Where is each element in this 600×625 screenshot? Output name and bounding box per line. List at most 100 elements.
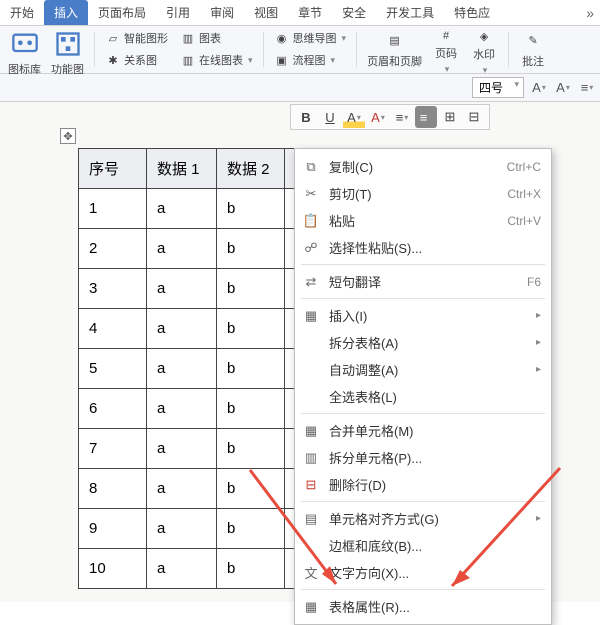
table-cell[interactable]: b <box>217 269 285 309</box>
comment-icon: ✎ <box>519 30 547 50</box>
ribbon-watermark[interactable]: ◈水印 <box>466 28 502 71</box>
table-move-handle-icon[interactable]: ✥ <box>60 128 76 144</box>
context-menu: ⧉复制(C)Ctrl+C ✂剪切(T)Ctrl+X 📋粘贴Ctrl+V ☍选择性… <box>294 148 552 625</box>
mini-insertrow-icon[interactable]: ⊞ <box>439 106 461 128</box>
ctx-split-table[interactable]: 拆分表格(A)▸ <box>295 329 551 356</box>
ribbon-onlinechart[interactable]: ▥在线图表 <box>176 50 257 70</box>
tabs-overflow-icon[interactable]: » <box>586 5 594 21</box>
table-cell[interactable]: a <box>147 389 217 429</box>
table-cell[interactable]: a <box>147 349 217 389</box>
tab-chapter[interactable]: 章节 <box>288 0 332 25</box>
ctx-split-cells[interactable]: ▥拆分单元格(P)... <box>295 444 551 471</box>
ribbon-mindmap[interactable]: ◉思维导图 <box>270 28 351 48</box>
mini-fontcolor[interactable]: A <box>367 106 389 128</box>
mini-alignmenu-icon[interactable]: ≡ <box>415 106 437 128</box>
mini-toolbar: B U A A ≡ ≡ ⊞ ⊟ <box>290 104 490 130</box>
table-cell[interactable]: a <box>147 309 217 349</box>
ctx-autofit[interactable]: 自动调整(A)▸ <box>295 356 551 383</box>
tab-insert[interactable]: 插入 <box>44 0 88 25</box>
th-index[interactable]: 序号 <box>79 149 147 189</box>
ribbon-pagenum[interactable]: #页码 <box>428 28 464 71</box>
ctx-paste[interactable]: 📋粘贴Ctrl+V <box>295 207 551 234</box>
table-cell[interactable]: 10 <box>79 549 147 589</box>
table-properties-icon: ▦ <box>301 597 321 617</box>
table-cell[interactable]: a <box>147 269 217 309</box>
table-cell[interactable]: a <box>147 509 217 549</box>
ctx-merge-cells[interactable]: ▦合并单元格(M) <box>295 417 551 444</box>
table-cell[interactable]: a <box>147 429 217 469</box>
fontdec-icon[interactable]: A <box>554 79 572 97</box>
ribbon-smartshape[interactable]: ▱智能图形 <box>101 28 172 48</box>
table-cell[interactable]: 9 <box>79 509 147 549</box>
table-cell[interactable]: b <box>217 349 285 389</box>
ctx-borders[interactable]: 边框和底纹(B)... <box>295 532 551 559</box>
tab-security[interactable]: 安全 <box>332 0 376 25</box>
table-cell[interactable]: 3 <box>79 269 147 309</box>
chevron-right-icon: ▸ <box>536 337 541 348</box>
onlinechart-icon: ▥ <box>180 52 196 68</box>
tab-devtools[interactable]: 开发工具 <box>376 0 444 25</box>
ctx-paste-special[interactable]: ☍选择性粘贴(S)... <box>295 234 551 261</box>
table-cell[interactable]: 2 <box>79 229 147 269</box>
ctx-selectall-table[interactable]: 全选表格(L) <box>295 383 551 410</box>
table-cell[interactable]: b <box>217 469 285 509</box>
ctx-text-direction[interactable]: 文文字方向(X)... <box>295 559 551 586</box>
tab-review[interactable]: 审阅 <box>200 0 244 25</box>
table-cell[interactable]: a <box>147 549 217 589</box>
fontinc-icon[interactable]: A <box>530 79 548 97</box>
table-cell[interactable]: b <box>217 389 285 429</box>
th-data1[interactable]: 数据 1 <box>147 149 217 189</box>
ribbon-chart[interactable]: ▥图表 <box>176 28 257 48</box>
tab-view[interactable]: 视图 <box>244 0 288 25</box>
table-cell[interactable]: 7 <box>79 429 147 469</box>
mini-align-icon[interactable]: ≡ <box>391 106 413 128</box>
relation-icon: ✱ <box>105 52 121 68</box>
table-cell[interactable]: b <box>217 549 285 589</box>
mini-bold[interactable]: B <box>295 106 317 128</box>
ctx-cell-align[interactable]: ▤单元格对齐方式(G)▸ <box>295 505 551 532</box>
table-cell[interactable]: b <box>217 429 285 469</box>
ribbon-comment[interactable]: ✎批注 <box>515 28 551 71</box>
ctx-copy[interactable]: ⧉复制(C)Ctrl+C <box>295 153 551 180</box>
ctx-translate[interactable]: ⇄短句翻译F6 <box>295 268 551 295</box>
tab-special[interactable]: 特色应 <box>444 0 500 25</box>
mini-deleterow-icon[interactable]: ⊟ <box>463 106 485 128</box>
ctx-separator <box>301 413 545 414</box>
ribbon-headerfooter[interactable]: ▤页眉和页脚 <box>363 28 426 71</box>
ctx-table-properties[interactable]: ▦表格属性(R)... <box>295 593 551 620</box>
th-data2[interactable]: 数据 2 <box>217 149 285 189</box>
ctx-delete-row[interactable]: ⊟删除行(D) <box>295 471 551 498</box>
table-cell[interactable]: 6 <box>79 389 147 429</box>
ribbon-relation[interactable]: ✱关系图 <box>101 50 172 70</box>
table-cell[interactable]: b <box>217 309 285 349</box>
tab-pagelayout[interactable]: 页面布局 <box>88 0 156 25</box>
ctx-cut[interactable]: ✂剪切(T)Ctrl+X <box>295 180 551 207</box>
table-cell[interactable]: 8 <box>79 469 147 509</box>
copy-icon: ⧉ <box>301 157 321 177</box>
fontsize-combo[interactable]: 四号 <box>472 77 524 98</box>
ribbon-iconlib[interactable]: 图标库 <box>4 28 45 71</box>
cut-icon: ✂ <box>301 184 321 204</box>
table-cell[interactable]: b <box>217 229 285 269</box>
ctx-insert[interactable]: ▦插入(I)▸ <box>295 302 551 329</box>
table-cell[interactable]: b <box>217 509 285 549</box>
mini-underline[interactable]: U <box>319 106 341 128</box>
ribbon-funcgraph[interactable]: 功能图 <box>47 28 88 71</box>
table-cell[interactable]: a <box>147 469 217 509</box>
ribbon-toolbar: 图标库 功能图 ▱智能图形 ✱关系图 ▥图表 ▥在线图表 ◉思维导图 ▣流程图 … <box>0 26 600 74</box>
table-cell[interactable]: 1 <box>79 189 147 229</box>
chevron-right-icon: ▸ <box>536 513 541 524</box>
table-cell[interactable]: 5 <box>79 349 147 389</box>
mini-highlight[interactable]: A <box>343 106 365 128</box>
merge-cells-icon: ▦ <box>301 421 321 441</box>
table-cell[interactable]: 4 <box>79 309 147 349</box>
ribbon-flowchart[interactable]: ▣流程图 <box>270 50 351 70</box>
table-cell[interactable]: b <box>217 189 285 229</box>
font-toolbar: 四号 A A ≡ <box>0 74 600 102</box>
split-cells-icon: ▥ <box>301 448 321 468</box>
tab-references[interactable]: 引用 <box>156 0 200 25</box>
linespacing-icon[interactable]: ≡ <box>578 79 596 97</box>
tab-start[interactable]: 开始 <box>0 0 44 25</box>
table-cell[interactable]: a <box>147 229 217 269</box>
table-cell[interactable]: a <box>147 189 217 229</box>
